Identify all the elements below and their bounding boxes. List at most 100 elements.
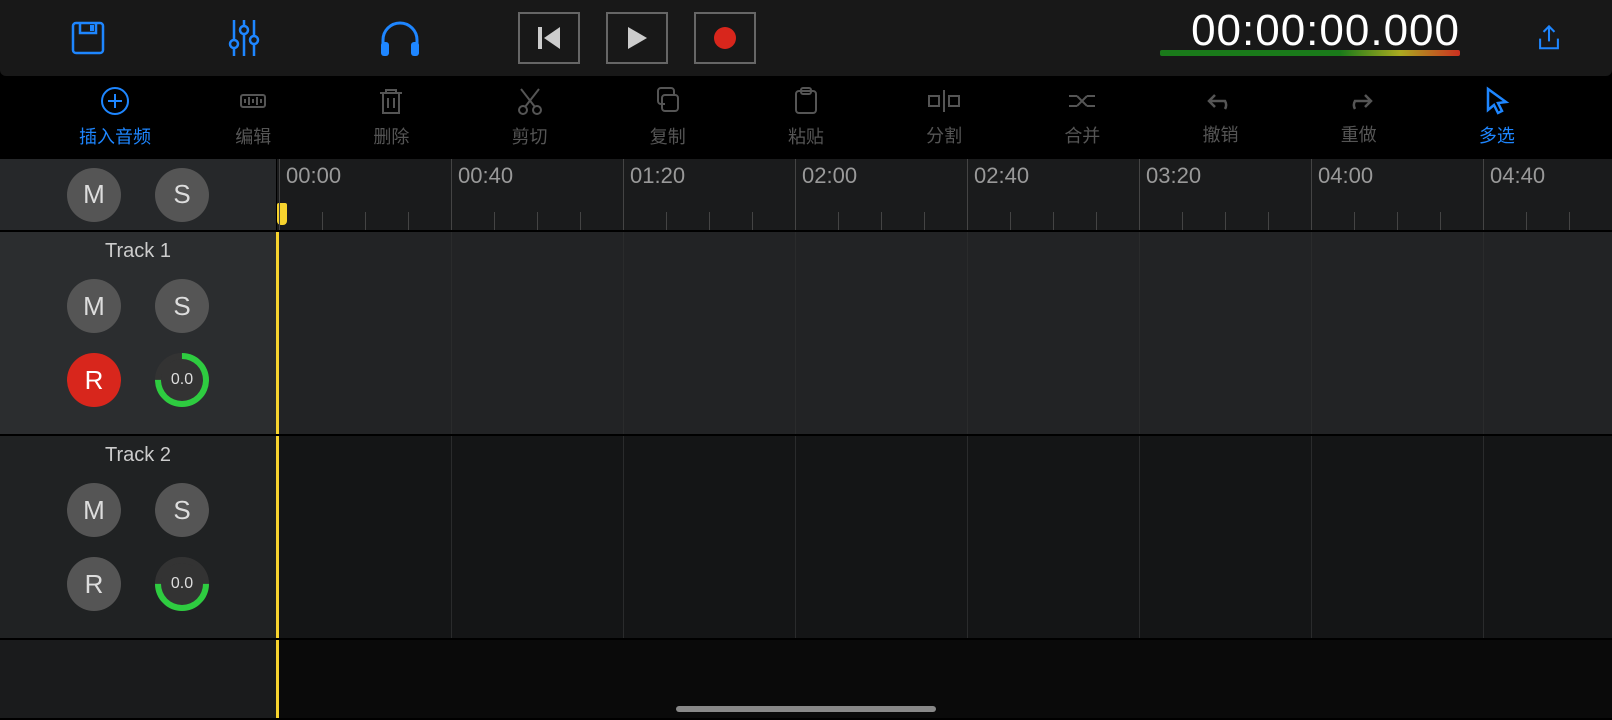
ruler-tick-major: 03:20 — [1139, 159, 1201, 230]
lane-gridline — [1483, 436, 1484, 638]
track-row: Track 2 M S R 0.0 — [0, 434, 1612, 638]
tool-label: 分割 — [926, 122, 962, 148]
track-name-label: Track 2 — [0, 444, 276, 467]
share-button[interactable] — [1536, 10, 1592, 66]
ruler-tick-minor — [1010, 212, 1011, 230]
track-solo-button[interactable]: S — [155, 483, 209, 537]
lane-gridline — [795, 436, 796, 638]
lane-gridline — [1139, 436, 1140, 638]
lane-gridline — [1311, 436, 1312, 638]
track-gain-dial[interactable]: 0.0 — [155, 353, 209, 407]
lane-gridline — [1311, 232, 1312, 434]
ruler-tick-minor — [752, 212, 753, 230]
track-name-label: Track 1 — [0, 240, 276, 263]
track-mute-button[interactable]: M — [67, 279, 121, 333]
ruler-tick-minor — [1053, 212, 1054, 230]
ruler-tick-major: 02:40 — [967, 159, 1029, 230]
ruler-tick-minor — [322, 212, 323, 230]
track-solo-button[interactable]: S — [155, 279, 209, 333]
master-track-head: M S — [0, 159, 276, 230]
tool-paste[interactable]: 粘贴 — [761, 76, 851, 158]
track-gain-dial[interactable]: 0.0 — [155, 557, 209, 611]
time-ruler[interactable]: 00:0000:4001:2002:0002:4003:2004:0004:40 — [276, 159, 1612, 230]
ruler-row: M S 00:0000:4001:2002:0002:4003:2004:000… — [0, 158, 1612, 230]
tool-split[interactable]: 分割 — [899, 76, 989, 158]
level-meter — [1160, 50, 1460, 56]
ruler-tick-minor — [580, 212, 581, 230]
ruler-tick-minor — [1526, 212, 1527, 230]
rewind-button[interactable] — [518, 12, 580, 64]
ruler-tick-major: 04:40 — [1483, 159, 1545, 230]
tool-label: 剪切 — [512, 123, 548, 149]
tool-label: 复制 — [650, 123, 686, 149]
timecode-display: 00:00:00.000 — [1160, 6, 1460, 56]
lane-gridline — [451, 232, 452, 434]
lane-gridline — [623, 232, 624, 434]
play-button[interactable] — [606, 12, 668, 64]
ruler-tick-minor — [1397, 212, 1398, 230]
track-mute-button[interactable]: M — [67, 483, 121, 537]
track-header[interactable]: Track 2 M S R 0.0 — [0, 436, 276, 638]
tool-undo[interactable]: 撤销 — [1176, 76, 1266, 158]
ruler-tick-minor — [1096, 212, 1097, 230]
lane-gridline — [451, 436, 452, 638]
track-record-arm-button[interactable]: R — [67, 557, 121, 611]
lane-gridline — [967, 232, 968, 434]
ruler-tick-major: 01:20 — [623, 159, 685, 230]
ruler-tick-minor — [1440, 212, 1441, 230]
record-button[interactable] — [694, 12, 756, 64]
track-lane[interactable] — [276, 232, 1612, 434]
ruler-tick-major: 00:40 — [451, 159, 513, 230]
headphones-button[interactable] — [372, 10, 428, 66]
tool-label: 多选 — [1479, 122, 1515, 148]
tool-edit[interactable]: 编辑 — [208, 76, 298, 158]
mixer-button[interactable] — [216, 10, 272, 66]
tool-label: 合并 — [1064, 122, 1100, 148]
ruler-tick-minor — [666, 212, 667, 230]
lane-gridline — [623, 436, 624, 638]
home-indicator — [676, 706, 936, 712]
ruler-tick-minor — [838, 212, 839, 230]
save-button[interactable] — [60, 10, 116, 66]
ruler-tick-minor — [881, 212, 882, 230]
top-bar: 00:00:00.000 — [0, 0, 1612, 76]
ruler-tick-minor — [408, 212, 409, 230]
tool-label: 粘贴 — [788, 123, 824, 149]
ruler-tick-major: 00:00 — [279, 159, 341, 230]
ruler-tick-minor — [494, 212, 495, 230]
lane-gridline — [1139, 232, 1140, 434]
ruler-tick-minor — [924, 212, 925, 230]
tool-insert-audio[interactable]: 插入音频 — [70, 76, 160, 158]
master-mute-button[interactable]: M — [67, 168, 121, 222]
track-row: Track 1 M S R 0.0 — [0, 230, 1612, 434]
ruler-tick-minor — [537, 212, 538, 230]
tool-cut[interactable]: 剪切 — [485, 76, 575, 158]
below-lane — [276, 640, 1612, 718]
tool-label: 删除 — [373, 123, 409, 149]
edit-toolbar: 插入音频 编辑 删除 剪切 复制 粘贴 分割 合并 撤销 重做 多选 — [0, 76, 1612, 158]
track-record-arm-button[interactable]: R — [67, 353, 121, 407]
lane-gridline — [1483, 232, 1484, 434]
tool-delete[interactable]: 删除 — [346, 76, 436, 158]
below-head — [0, 640, 276, 718]
timer-box: 00:00:00.000 — [1070, 6, 1460, 56]
tool-merge[interactable]: 合并 — [1037, 76, 1127, 158]
tool-multi-select[interactable]: 多选 — [1452, 76, 1542, 158]
tool-label: 插入音频 — [79, 123, 151, 149]
transport-controls — [518, 12, 756, 64]
track-lane[interactable] — [276, 436, 1612, 638]
ruler-tick-minor — [1268, 212, 1269, 230]
tool-redo[interactable]: 重做 — [1314, 76, 1404, 158]
ruler-tick-minor — [1182, 212, 1183, 230]
ruler-tick-minor — [709, 212, 710, 230]
ruler-tick-major: 02:00 — [795, 159, 857, 230]
tool-label: 编辑 — [235, 123, 271, 149]
tool-label: 撤销 — [1203, 121, 1239, 147]
tool-label: 重做 — [1341, 121, 1377, 147]
track-header[interactable]: Track 1 M S R 0.0 — [0, 232, 276, 434]
ruler-tick-minor — [365, 212, 366, 230]
top-bar-left — [20, 10, 428, 66]
ruler-tick-minor — [1569, 212, 1570, 230]
master-solo-button[interactable]: S — [155, 168, 209, 222]
tool-copy[interactable]: 复制 — [623, 76, 713, 158]
